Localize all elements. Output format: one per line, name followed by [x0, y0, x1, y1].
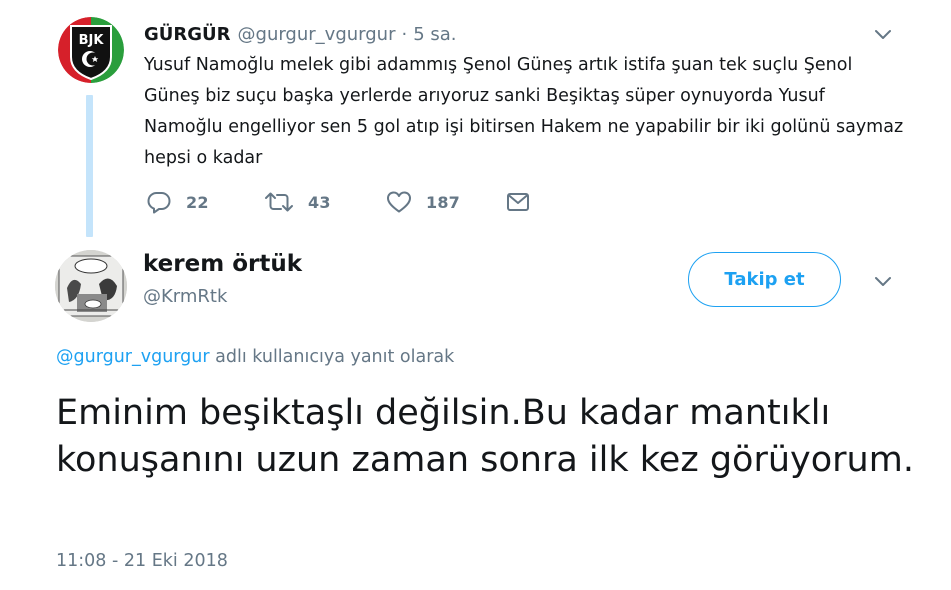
like-button[interactable]: 187 [386, 188, 460, 216]
reply-icon [147, 192, 171, 214]
follow-button[interactable]: Takip et [688, 252, 841, 307]
cartoon-avatar-image [55, 250, 127, 322]
svg-text:BJK: BJK [79, 33, 105, 48]
parent-tweet-handle[interactable]: @gurgur_vgurgur [238, 24, 396, 45]
retweet-button[interactable]: 43 [264, 188, 331, 216]
replying-to-line: @gurgur_vgurgur adlı kullanıcıya yanıt o… [56, 347, 454, 367]
parent-tweet-text: Yusuf Namoğlu melek gibi adammış Şenol G… [144, 55, 904, 168]
retweet-count: 43 [308, 192, 331, 212]
focused-tweet-timestamp[interactable]: 11:08 - 21 Eki 2018 [56, 551, 228, 571]
focused-tweet-handle[interactable]: @KrmRtk [143, 286, 227, 307]
chevron-down-icon [875, 30, 891, 39]
reply-button[interactable]: 22 [146, 188, 209, 216]
like-icon [387, 191, 411, 213]
bjk-crest-logo: BJK [58, 17, 124, 83]
separator-dot: · [401, 23, 408, 45]
direct-message-button[interactable] [506, 188, 530, 216]
retweet-icon [265, 192, 293, 212]
reply-to-mention-link[interactable]: @gurgur_vgurgur [56, 347, 210, 367]
focused-tweet-avatar[interactable] [55, 250, 127, 322]
parent-tweet-avatar[interactable]: BJK [58, 17, 124, 83]
envelope-icon [507, 193, 529, 211]
focused-tweet-text: Eminim beşiktaşlı değilsin.Bu kadar mant… [56, 393, 914, 480]
parent-tweet-display-name[interactable]: GÜRGÜR [144, 24, 231, 45]
thread-connector-line [86, 95, 93, 237]
focused-tweet-display-name[interactable]: kerem örtük [143, 251, 302, 277]
parent-tweet-time[interactable]: 5 sa. [413, 24, 456, 45]
reply-to-suffix: adlı kullanıcıya yanıt olarak [209, 347, 455, 367]
like-count: 187 [426, 192, 460, 212]
chevron-down-icon [875, 277, 891, 286]
parent-tweet-header: GÜRGÜR @gurgur_vgurgur · 5 sa. [144, 20, 457, 48]
reply-count: 22 [186, 192, 209, 212]
focused-tweet-menu-button[interactable] [870, 269, 896, 295]
parent-tweet-menu-button[interactable] [870, 22, 896, 48]
